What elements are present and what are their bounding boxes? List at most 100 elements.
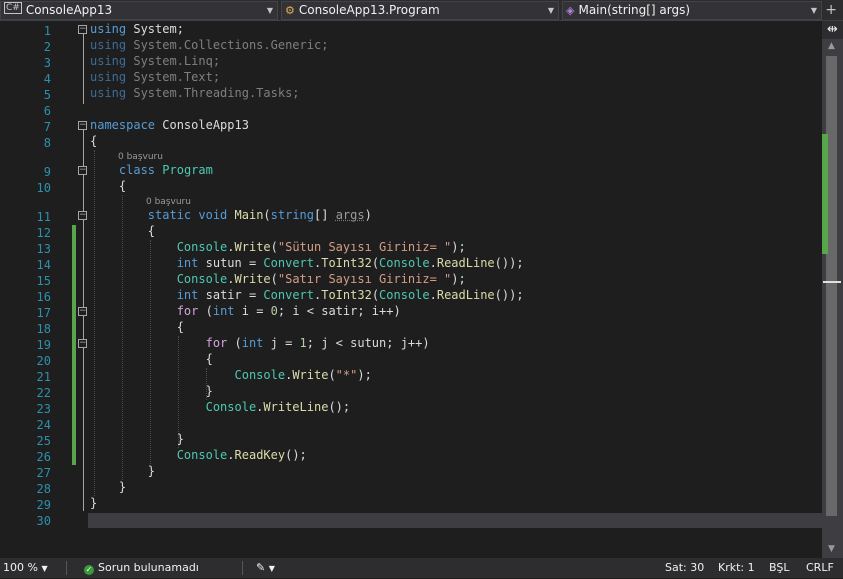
navigation-bar: C# ConsoleApp13 ▼ ⚙ ConsoleApp13.Program ▼… [0, 0, 843, 21]
line-number: 10 [36, 181, 51, 195]
code-line-12: { [147, 224, 156, 238]
member-dropdown[interactable]: ◈ Main(string[] args) ▼ [562, 1, 822, 20]
line-number: 20 [36, 354, 51, 368]
line-number: 22 [36, 386, 51, 400]
line-number: 23 [36, 402, 51, 416]
code-line-8: { [90, 134, 98, 148]
code-line-9: class Program [118, 163, 213, 177]
line-number: 2 [43, 40, 51, 54]
line-number: 3 [43, 56, 51, 70]
code-line-11: static void Main(string[] args) [147, 208, 372, 222]
brush-icon: ✎ [256, 561, 266, 574]
project-dropdown[interactable]: C# ConsoleApp13 ▼ [0, 1, 278, 20]
check-circle-icon: ✓ [84, 565, 94, 575]
issues-indicator[interactable]: ✓ Sorun bulunamadı [84, 558, 199, 578]
class-dropdown[interactable]: ⚙ ConsoleApp13.Program ▼ [281, 1, 559, 20]
chevron-down-icon: ▼ [547, 6, 554, 15]
add-icon[interactable]: + [825, 2, 837, 18]
line-number: 18 [36, 322, 51, 336]
scroll-up-icon[interactable]: ▲ [828, 41, 835, 51]
scrollbar-thumb[interactable] [826, 56, 837, 516]
code-line-10: { [118, 179, 127, 193]
line-number: 21 [36, 370, 51, 384]
collapse-icon[interactable]: − [78, 307, 87, 316]
line-number: 12 [36, 226, 51, 240]
outline-line [83, 130, 84, 511]
line-number: 15 [36, 274, 51, 288]
code-line-28: } [118, 480, 127, 494]
zoom-dropdown[interactable]: 100 % ▼ [3, 558, 48, 579]
collapse-icon[interactable]: − [78, 339, 87, 348]
csharp-project-icon: C# [4, 2, 22, 14]
scroll-down-icon[interactable]: ▼ [828, 544, 835, 554]
line-number: 24 [36, 418, 51, 432]
horizontal-scrollbar[interactable] [88, 513, 822, 528]
chevron-down-icon: ▼ [268, 564, 275, 573]
code-line-13: Console.Write("Sütun Sayısı Giriniz= "); [176, 240, 466, 254]
line-number: 16 [36, 290, 51, 304]
insert-mode-indicator[interactable]: BŞL [769, 558, 789, 578]
code-line-1: using System; [90, 22, 184, 36]
line-number: 27 [36, 466, 51, 480]
method-icon: ◈ [566, 4, 575, 17]
status-bar: 100 % ▼ ✓ Sorun bulunamadı ✎ ▼ Sat: 30 Kr… [0, 558, 843, 578]
code-line-5: using System.Threading.Tasks; [90, 86, 300, 100]
code-line-23: Console.WriteLine(); [205, 400, 351, 414]
member-label: Main(string[] args) [578, 3, 691, 17]
code-line-19: for (int j = 1; j < sutun; j++) [205, 336, 430, 350]
line-number: 8 [43, 136, 51, 150]
line-number: 13 [36, 242, 51, 256]
line-number: 5 [43, 88, 51, 102]
line-number: 19 [36, 338, 51, 352]
line-number: 26 [36, 450, 51, 464]
code-line-4: using System.Text; [90, 70, 221, 84]
change-margin-indicator [72, 225, 76, 465]
line-number: 7 [43, 120, 51, 134]
code-line-21: Console.Write("*"); [234, 368, 372, 382]
caret-position-marker [823, 281, 841, 283]
line-number-gutter: 1 2 3 4 5 6 7 8 9 10 11 12 13 14 15 16 17 18 19 20 21 22 23 24 2… [0, 21, 58, 543]
code-line-14: int sutun = Convert.ToInt32(Console.Read… [176, 256, 524, 270]
line-number: 4 [43, 72, 51, 86]
class-icon: ⚙ [285, 4, 295, 17]
code-line-15: Console.Write("Satır Sayısı Giriniz= "); [176, 272, 466, 286]
collapse-icon[interactable]: − [78, 121, 87, 130]
divider [242, 561, 243, 575]
code-line-16: int satir = Convert.ToInt32(Console.Read… [176, 288, 524, 302]
change-marker [822, 134, 828, 254]
line-number: 30 [36, 514, 51, 528]
line-number: 1 [43, 24, 51, 38]
code-line-29: } [90, 496, 98, 510]
line-number: 9 [43, 165, 51, 179]
code-editor[interactable]: using System; using System.Collections.G… [90, 21, 820, 543]
column-indicator[interactable]: Krkt: 1 [718, 558, 755, 578]
code-line-7: namespace ConsoleApp13 [90, 118, 249, 132]
code-cleanup-button[interactable]: ✎ ▼ [256, 558, 275, 579]
collapse-icon[interactable]: − [78, 166, 87, 175]
line-number: 28 [36, 482, 51, 496]
code-line-18: { [176, 320, 184, 334]
chevron-down-icon: ▼ [810, 6, 817, 15]
split-window-icon[interactable]: ⇹ [822, 21, 843, 39]
code-line-20: { [205, 352, 213, 366]
chevron-down-icon: ▼ [41, 564, 48, 573]
collapse-icon[interactable]: − [78, 25, 87, 34]
line-number: 11 [36, 210, 51, 224]
line-number: 25 [36, 434, 51, 448]
code-line-25: } [176, 432, 184, 446]
chevron-down-icon: ▼ [266, 6, 273, 15]
line-indicator[interactable]: Sat: 30 [665, 558, 704, 578]
divider [66, 561, 67, 575]
class-label: ConsoleApp13.Program [298, 3, 440, 17]
line-ending-indicator[interactable]: CRLF [806, 558, 834, 578]
outline-line [83, 33, 84, 104]
code-line-22: } [205, 384, 213, 398]
code-line-3: using System.Linq; [90, 54, 221, 68]
code-line-2: using System.Collections.Generic; [90, 38, 329, 52]
code-line-17: for (int i = 0; i < satir; i++) [176, 304, 401, 318]
code-line-27: } [147, 464, 156, 478]
project-label: ConsoleApp13 [25, 3, 113, 17]
line-number: 17 [36, 306, 51, 320]
collapse-icon[interactable]: − [78, 211, 87, 220]
line-number: 14 [36, 258, 51, 272]
